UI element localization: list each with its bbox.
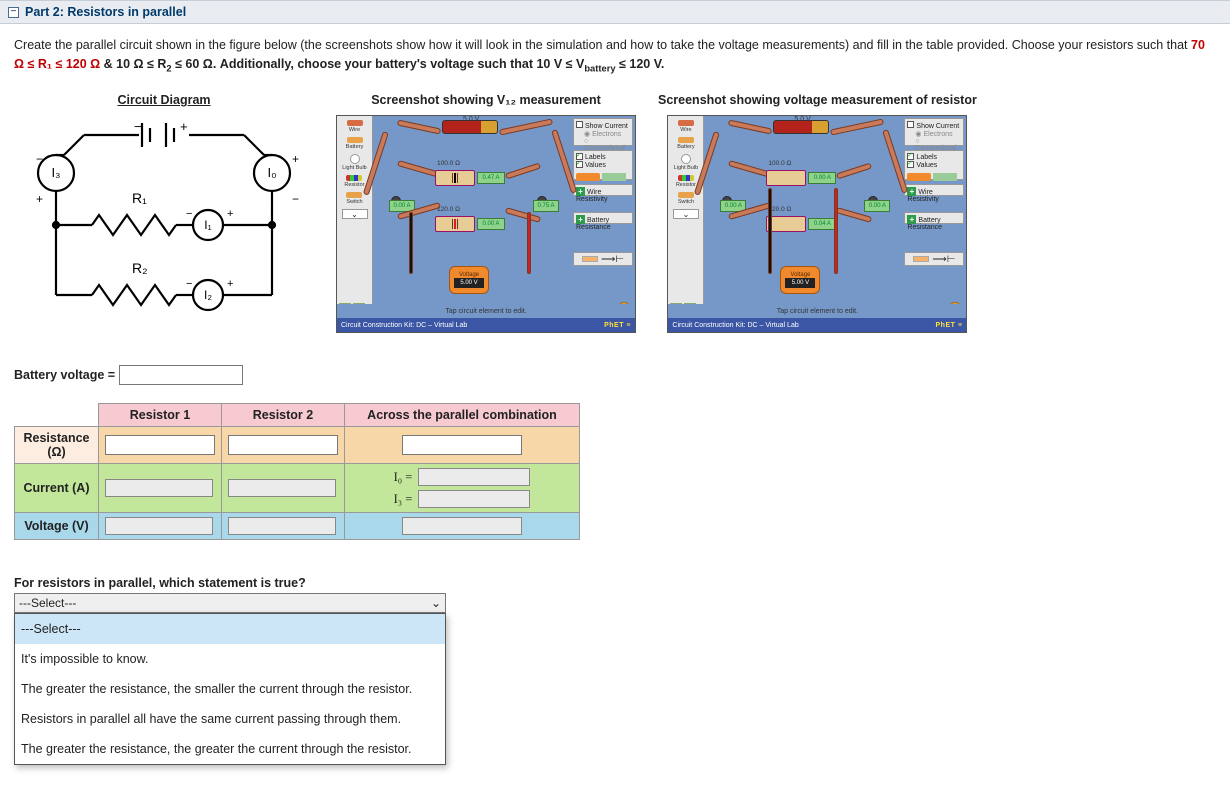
mcq: For resistors in parallel, which stateme… [14,576,1216,613]
row-resistance-hdr: Resistance (Ω) [15,427,99,464]
instr-mid: Additionally, choose your battery's volt… [220,57,537,71]
i3-readonly [418,490,530,508]
cur-r2-readonly [228,479,336,497]
fig-v12-sim: Screenshot showing V₁₂ measurement Wire … [336,93,636,333]
panel-misc: ⟶⊢ [573,252,633,266]
fig-caption-diagram: Circuit Diagram [117,93,210,107]
row-voltage-hdr: Voltage (V) [15,513,99,540]
sim-title: Circuit Construction Kit: DC – Virtual L… [341,322,467,329]
toolbar-chev[interactable]: ⌄ [342,209,368,219]
i0-label: I₀ = [394,470,413,485]
data-table: Resistor 1 Resistor 2 Across the paralle… [14,403,580,540]
battery-voltage-label: Battery voltage = [14,368,115,382]
svg-text:+: + [227,278,233,290]
svg-text:I₂: I₂ [204,288,212,302]
mcq-question: For resistors in parallel, which stateme… [14,576,1216,590]
fig-circuit-diagram: Circuit Diagram − + [14,93,314,325]
chevron-down-icon: ⌄ [429,596,443,610]
cur-r1-readonly [105,479,213,497]
mcq-selected-value: ---Select--- [19,596,76,610]
mcq-select[interactable]: ---Select--- ⌄ [14,593,446,613]
svg-text:I₃: I₃ [52,165,61,180]
panel-wire-res: +Wire Resistivity [573,184,633,196]
svg-text:+: + [227,208,233,220]
instr-lead: Create the parallel circuit shown in the… [14,38,1191,52]
mcq-option[interactable]: The greater the resistance, the greater … [15,734,445,764]
fig-caption-vres: Screenshot showing voltage measurement o… [658,93,977,107]
res-r1-input[interactable] [105,435,215,455]
svg-text:+: + [292,152,299,166]
v-r1-readonly [105,517,213,535]
svg-text:−: − [292,192,299,206]
svg-text:−: − [186,208,192,220]
svg-text:R₂: R₂ [132,260,148,276]
svg-text:−: − [186,278,192,290]
section-title: Part 2: Resistors in parallel [25,5,186,19]
mcq-dropdown[interactable]: ---Select--- It's impossible to know. Th… [14,613,446,765]
svg-text:+: + [180,119,188,134]
mcq-option[interactable]: Resistors in parallel all have the same … [15,704,445,734]
col-r2: Resistor 2 [222,404,345,427]
svg-text:R₁: R₁ [132,190,147,206]
phet-sim-v12: Wire Battery Light Bulb Resistor Switch … [336,115,636,333]
svg-text:+: + [36,192,43,206]
col-combo: Across the parallel combination [345,404,580,427]
v-combo-readonly [402,517,522,535]
battery-voltage-input[interactable] [119,365,243,385]
cond-r2: 10 Ω ≤ R2 ≤ 60 Ω. [116,57,220,71]
svg-text:−: − [134,119,142,134]
i0-readonly [418,468,530,486]
res-r2-input[interactable] [228,435,338,455]
mcq-option[interactable]: It's impossible to know. [15,644,445,674]
sim-hint: Tap circuit element to edit. [337,304,635,318]
fig-vres-sim: Screenshot showing voltage measurement o… [658,93,977,333]
fig-caption-v12: Screenshot showing V₁₂ measurement [371,93,601,107]
phet-sim-vres: Wire Battery Light Bulb Resistor Switch … [667,115,967,333]
instructions: Create the parallel circuit shown in the… [14,36,1216,75]
res-combo-input[interactable] [402,435,522,455]
mcq-option[interactable]: ---Select--- [15,614,445,644]
svg-text:I₀: I₀ [267,165,276,180]
section-content: Create the parallel circuit shown in the… [0,24,1230,629]
figures-row: Circuit Diagram − + [14,93,1216,333]
sim-toolbar: Wire Battery Light Bulb Resistor Switch … [337,116,373,312]
sim-panel-display: Show Current ◉ Electrons ○ Conventional [573,118,633,146]
v-r2-readonly [228,517,336,535]
svg-text:−: − [36,152,43,166]
amp: & [104,57,117,71]
section-header[interactable]: − Part 2: Resistors in parallel [0,0,1230,24]
phet-logo: PhET ≡ [604,322,631,329]
cond-vb: 10 V ≤ Vbattery ≤ 120 V. [536,57,664,71]
collapse-icon[interactable]: − [8,7,19,18]
col-r1: Resistor 1 [99,404,222,427]
mcq-option[interactable]: The greater the resistance, the smaller … [15,674,445,704]
panel-batt-res: +Battery Resistance [573,212,633,224]
svg-text:I₁: I₁ [204,218,211,232]
circuit-svg: − + I₃ − + I₀ + [14,115,314,325]
sim-panel-labels: Labels Values [573,150,633,180]
i3-label: I₃ = [394,492,413,507]
row-current-hdr: Current (A) [15,464,99,513]
battery-voltage-row: Battery voltage = [14,365,1216,385]
